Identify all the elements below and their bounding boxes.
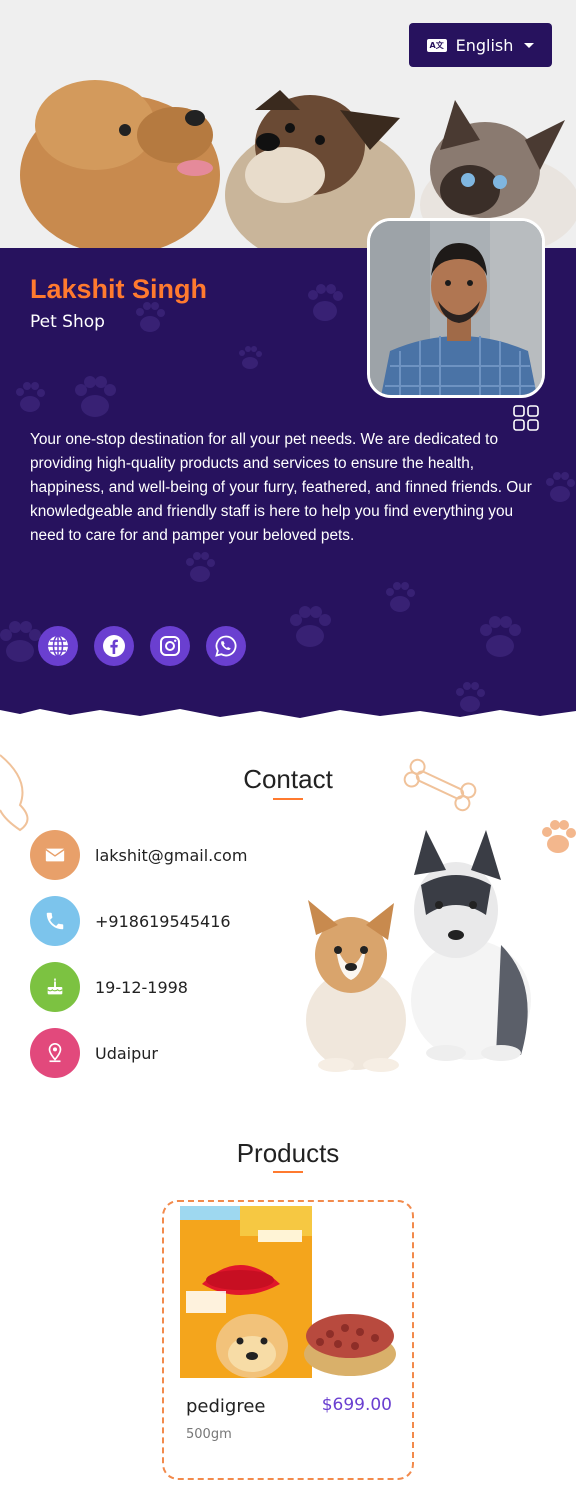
caret-down-icon <box>524 42 535 48</box>
website-link-button[interactable] <box>38 626 78 666</box>
contact-birthday[interactable]: 19-12-1998 <box>30 962 247 1012</box>
phone-icon <box>30 896 80 946</box>
email-icon <box>30 830 80 880</box>
profile-about: Your one-stop destination for all your p… <box>30 431 532 544</box>
whatsapp-link-button[interactable] <box>206 626 246 666</box>
birthday-value: 19-12-1998 <box>95 977 188 997</box>
cake-icon <box>30 962 80 1012</box>
profile-role: Pet Shop <box>30 312 105 332</box>
contact-list: lakshit@gmail.com +918619545416 19-12-19… <box>30 830 247 1094</box>
phone-value: +918619545416 <box>95 911 231 931</box>
location-value: Udaipur <box>95 1043 158 1063</box>
whatsapp-icon <box>215 635 237 657</box>
hero-banner: A文 English <box>0 0 576 250</box>
language-select-button[interactable]: A文 English <box>409 23 552 67</box>
facebook-icon <box>103 635 125 657</box>
product-card[interactable]: pedigree $699.00 500gm <box>162 1200 414 1480</box>
instagram-link-button[interactable] <box>150 626 190 666</box>
products-title: Products <box>236 1138 340 1168</box>
product-name: pedigree <box>186 1396 266 1417</box>
location-icon <box>30 1028 80 1078</box>
products-title-underline <box>273 1171 303 1173</box>
facebook-link-button[interactable] <box>94 626 134 666</box>
puppies-illustration <box>306 830 531 1072</box>
contact-phone[interactable]: +918619545416 <box>30 896 247 946</box>
avatar-photo <box>370 221 542 395</box>
translate-icon: A文 <box>426 38 447 52</box>
profile-name: Lakshit Singh <box>30 274 208 304</box>
globe-icon <box>48 635 68 657</box>
email-value: lakshit@gmail.com <box>95 845 248 865</box>
product-price: $699.00 <box>321 1395 392 1415</box>
social-links <box>38 626 246 666</box>
contact-title: Contact <box>243 764 333 794</box>
product-quantity: 500gm <box>186 1427 232 1442</box>
product-image <box>180 1206 396 1378</box>
instagram-icon <box>160 636 180 656</box>
language-label: English <box>455 35 514 55</box>
contact-location[interactable]: Udaipur <box>30 1028 247 1078</box>
contact-email[interactable]: lakshit@gmail.com <box>30 830 247 880</box>
profile-avatar <box>367 218 545 398</box>
contact-title-underline <box>273 798 303 800</box>
